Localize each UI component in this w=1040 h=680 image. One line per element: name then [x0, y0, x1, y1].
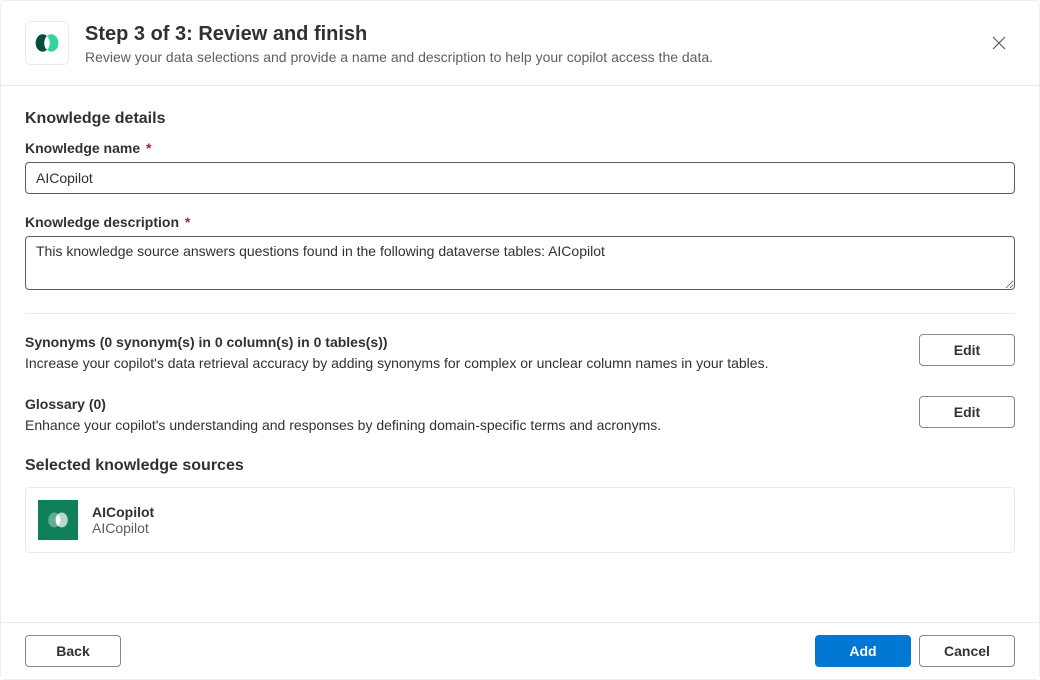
knowledge-name-label: Knowledge name *: [25, 140, 1015, 156]
dialog-content: Knowledge details Knowledge name * Knowl…: [1, 86, 1039, 622]
add-button[interactable]: Add: [815, 635, 911, 667]
required-indicator: *: [181, 214, 190, 230]
synonyms-row: Synonyms (0 synonym(s) in 0 column(s) in…: [25, 334, 1015, 374]
close-button[interactable]: [983, 27, 1015, 59]
back-button[interactable]: Back: [25, 635, 121, 667]
dialog-footer: Back Add Cancel: [1, 622, 1039, 679]
edit-glossary-button[interactable]: Edit: [919, 396, 1015, 428]
edit-synonyms-button[interactable]: Edit: [919, 334, 1015, 366]
glossary-row: Glossary (0) Enhance your copilot's unde…: [25, 396, 1015, 436]
knowledge-description-label: Knowledge description *: [25, 214, 1015, 230]
dialog-header: Step 3 of 3: Review and finish Review yo…: [1, 1, 1039, 86]
knowledge-details-title: Knowledge details: [25, 110, 1015, 128]
knowledge-name-field: Knowledge name *: [25, 140, 1015, 194]
divider: [25, 313, 1015, 314]
dialog-subtitle: Review your data selections and provide …: [85, 49, 967, 65]
dialog-review-and-finish: Step 3 of 3: Review and finish Review yo…: [0, 0, 1040, 680]
dialog-title: Step 3 of 3: Review and finish: [85, 21, 967, 47]
synonyms-description: Increase your copilot's data retrieval a…: [25, 354, 899, 374]
source-title: AICopilot: [92, 504, 1002, 520]
selected-sources-title: Selected knowledge sources: [25, 457, 1015, 475]
glossary-description: Enhance your copilot's understanding and…: [25, 416, 899, 436]
glossary-label: Glossary (0): [25, 396, 899, 412]
dialog-header-text: Step 3 of 3: Review and finish Review yo…: [85, 21, 967, 65]
required-indicator: *: [142, 140, 151, 156]
dataverse-icon: [25, 21, 69, 65]
dataverse-source-icon: [38, 500, 78, 540]
source-subtitle: AICopilot: [92, 520, 1002, 536]
close-icon: [991, 35, 1007, 51]
knowledge-description-field: Knowledge description * This knowledge s…: [25, 214, 1015, 293]
knowledge-description-input[interactable]: This knowledge source answers questions …: [25, 236, 1015, 290]
cancel-button[interactable]: Cancel: [919, 635, 1015, 667]
synonyms-label: Synonyms (0 synonym(s) in 0 column(s) in…: [25, 334, 899, 350]
knowledge-name-input[interactable]: [25, 162, 1015, 194]
selected-source-item: AICopilot AICopilot: [25, 487, 1015, 553]
